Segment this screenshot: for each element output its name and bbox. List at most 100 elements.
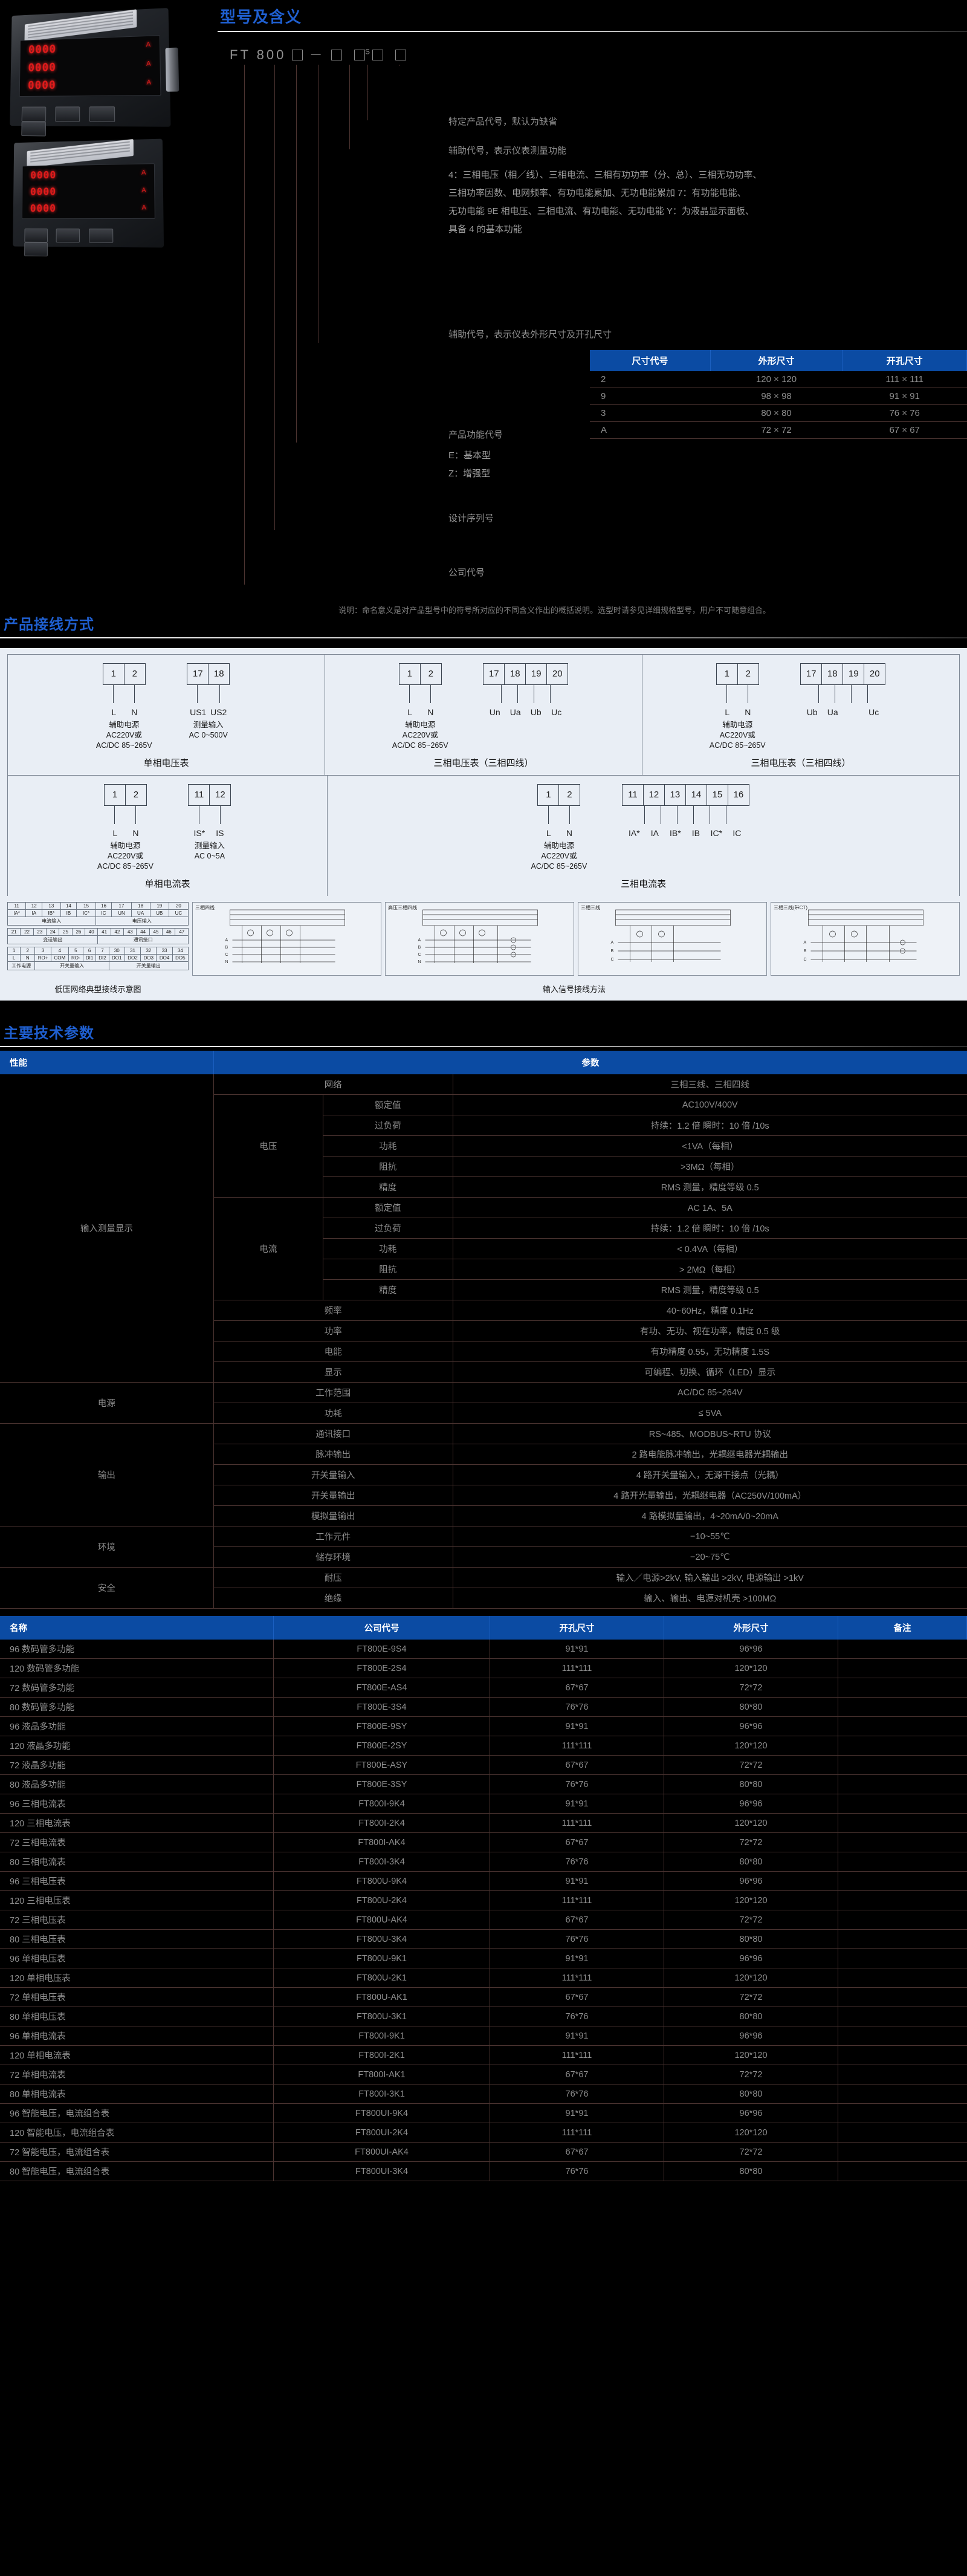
terminal-group: 17 18 19 20 Ub Ua Uc [792, 663, 894, 717]
table-row: 96 单相电压表 FT800U-9K1 91*91 96*96 [0, 1948, 967, 1968]
model-outline-size: 120*120 [664, 2045, 838, 2065]
led-row-3: 0000 [27, 79, 56, 92]
cell: 14 [60, 902, 77, 910]
lead-lines [94, 685, 154, 706]
terminal-block: 1 2 [716, 663, 759, 685]
model-cutout-size: 111*111 [490, 1813, 664, 1833]
terminal-pin: 1 [103, 664, 125, 684]
spec-item: 功耗 [323, 1238, 453, 1259]
svg-text:N: N [418, 960, 421, 964]
terminal-pin: 17 [187, 664, 209, 684]
terminal-group: 1 2 LN 辅助电源 AC220V或 AC/DC 85~265V [95, 784, 155, 872]
pin-label: N [132, 828, 139, 838]
model-company-code: FT800E-2S4 [273, 1658, 490, 1678]
model-company-code: FT800E-3SY [273, 1774, 490, 1794]
cell: 24 [46, 928, 60, 936]
model-cutout-size: 67*67 [490, 1678, 664, 1698]
spec-value: 可编程、切换、循环（LED）显示 [453, 1361, 967, 1383]
code-box-5 [395, 50, 407, 60]
model-name: 80 数码管多功能 [0, 1697, 274, 1717]
pin-labels: Un Ua Ub Uc [474, 707, 577, 717]
input-line: 测量输入 [194, 842, 225, 850]
model-remark [838, 1658, 967, 1678]
product-photo-top: 0000 A 0000 A 0000 A [10, 8, 179, 137]
wiring-card-single-current: 1 2 LN 辅助电源 AC220V或 AC/DC 85~265V 11 12 … [8, 776, 328, 896]
annotation-product-function: 产品功能代号 [448, 430, 503, 440]
spec-item: 电能 [213, 1341, 453, 1362]
cell: 电压输入 [95, 917, 189, 926]
input-line: AC 0~5A [194, 852, 225, 860]
wiring-diagrams: 1 2 LN 辅助电源 AC220V或 AC/DC 85~265V 17 18 … [0, 648, 967, 1001]
table-row: 96 三相电流表 FT800I-9K4 91*91 96*96 [0, 1794, 967, 1814]
model-list-body: 96 数码管多功能 FT800E-9S4 91*91 96*96 120 数码管多功能 F… [0, 1640, 967, 2181]
spec-col-parameter: 参数 [213, 1051, 967, 1074]
front-buttons[interactable] [24, 229, 151, 257]
front-buttons[interactable] [21, 106, 157, 137]
cell: 17 [111, 902, 132, 910]
spec-item: 阻抗 [323, 1156, 453, 1177]
table-row: 2 120 × 120 111 × 111 [590, 371, 967, 388]
terminal-pin: 12 [644, 785, 665, 805]
terminal-pin: 2 [132, 669, 137, 679]
pin-label: Ua [827, 707, 838, 717]
cell: DO2 [124, 954, 141, 962]
model-company-code: FT800E-AS4 [273, 1678, 490, 1698]
table-row: 72 三相电流表 FT800I-AK4 67*67 72*72 [0, 1832, 967, 1852]
lead-lines [95, 806, 155, 827]
spec-group-output: 输出 [0, 1423, 214, 1526]
table-row: 变送输出 通讯接口 [7, 935, 189, 944]
cell: 通讯接口 [97, 935, 189, 944]
size-code: 3 [590, 404, 711, 422]
terminal-pin: 2 [133, 790, 139, 800]
model-company-code: FT800I-AK4 [273, 1832, 490, 1852]
supply-line: 辅助电源 [110, 842, 141, 850]
section-header-model: 型号及含义 [218, 0, 967, 36]
spec-value: RS~485、MODBUS~RTU 协议 [453, 1423, 967, 1444]
pin-label: N [566, 828, 572, 838]
pin-label: IA [650, 828, 659, 838]
pin-labels: LN [708, 707, 768, 717]
model-name: 72 三相电流表 [0, 1832, 274, 1852]
model-cutout-size: 111*111 [490, 1968, 664, 1988]
wiring-card-single-voltage: 1 2 LN 辅助电源 AC220V或 AC/DC 85~265V 17 18 … [8, 655, 325, 775]
cell: 45 [149, 928, 163, 936]
list-col-cutout: 开孔尺寸 [490, 1616, 664, 1640]
table-row: 80 三相电流表 FT800I-3K4 76*76 80*80 [0, 1852, 967, 1872]
table-row: 72 单相电流表 FT800I-AK1 67*67 72*72 [0, 2065, 967, 2084]
model-remark [838, 1640, 967, 1659]
spec-item: 脉冲输出 [213, 1444, 453, 1465]
led-display: 0000 A 0000 A 0000 A [19, 34, 161, 97]
size-outline: 80 × 80 [710, 404, 842, 422]
spec-value: 输入／电源>2kV, 输入输出 >2kV, 电源输出 >1kV [453, 1567, 967, 1588]
model-company-code: FT800U-AK4 [273, 1910, 490, 1930]
cell: 20 [168, 902, 189, 910]
model-remark [838, 1852, 967, 1872]
supply-line: AC220V或 [107, 852, 143, 860]
terminal-pin: 20 [869, 669, 880, 679]
spec-value: 4 路模拟量输出，4~20mA/0~20mA [453, 1505, 967, 1526]
model-remark [838, 1871, 967, 1891]
size-cutout: 76 × 76 [842, 404, 967, 422]
terminal-block: 11 12 [188, 784, 231, 806]
model-remark [838, 2007, 967, 2026]
annotation-block-4: 产品功能代号 [218, 426, 967, 444]
product-type-enhanced: Z：增强型 [448, 469, 491, 479]
terminal-pin: 15 [707, 785, 728, 805]
spec-item: 过负荷 [323, 1115, 453, 1136]
leader-line [274, 65, 275, 530]
model-list-table: 名称 公司代号 开孔尺寸 外形尺寸 备注 96 数码管多功能 FT800E-9S4… [0, 1616, 967, 2181]
schematic-svg: AB CN [225, 909, 345, 964]
schematic-label: 三相三线 [581, 905, 600, 910]
cell: 1 [7, 947, 21, 955]
table-row: 72 液晶多功能 FT800E-ASY 67*67 72*72 [0, 1755, 967, 1775]
wiring-card-title: 三相电压表（三相四线） [433, 758, 534, 768]
annotation-measure-function: 辅助代号，表示仪表测量功能 [448, 146, 567, 156]
model-name: 96 液晶多功能 [0, 1716, 274, 1736]
led-unit-1: A [141, 169, 146, 177]
cell: 31 [124, 947, 141, 955]
model-code: FT 800 － S [218, 36, 967, 65]
cell: 4 [50, 947, 69, 955]
led-display: 0000 A 0000 A 0000 A [21, 163, 155, 219]
size-cutout: 91 × 91 [842, 388, 967, 405]
model-company-code: FT800U-3K4 [273, 1929, 490, 1949]
